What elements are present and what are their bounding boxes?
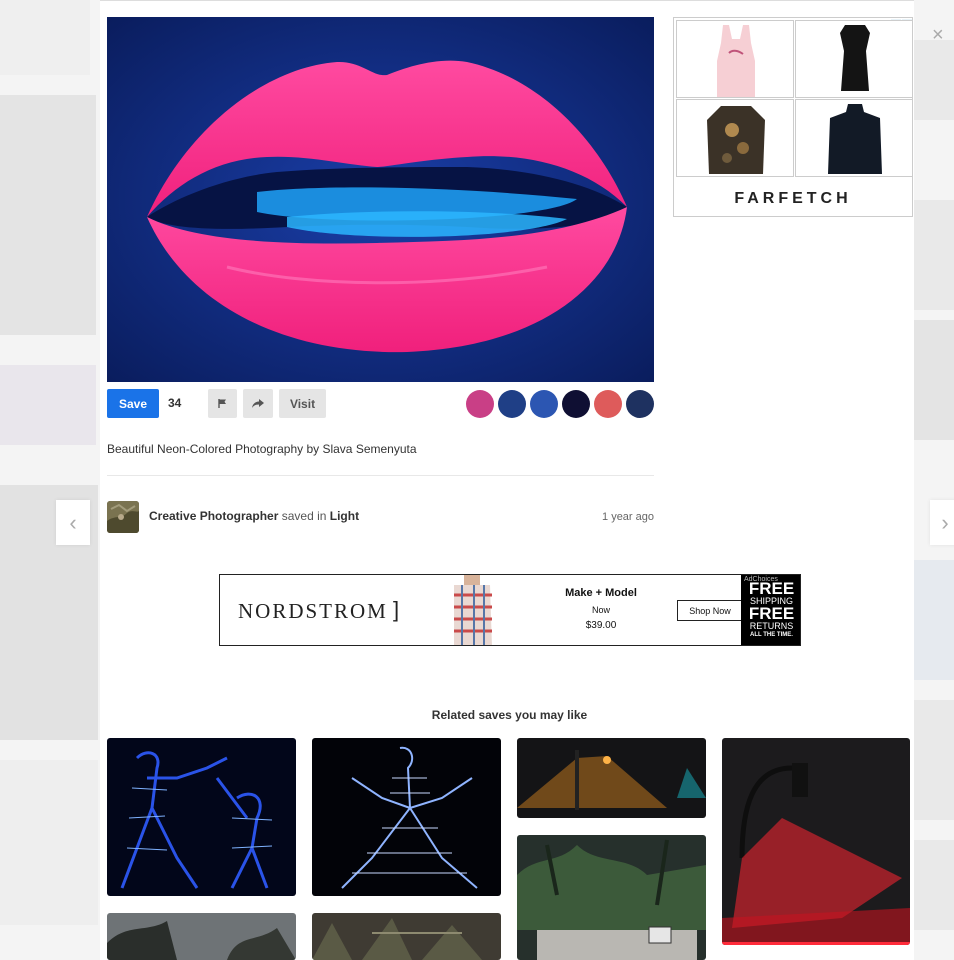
badge-free-2: FREE bbox=[748, 604, 795, 623]
related-pin-5[interactable] bbox=[722, 738, 910, 945]
ad-product-sweater[interactable] bbox=[795, 99, 913, 177]
avatar[interactable] bbox=[107, 501, 139, 533]
nordstrom-logo: NORDSTROM bbox=[238, 599, 388, 623]
save-button[interactable]: Save bbox=[107, 389, 159, 418]
black-sweater-image bbox=[828, 104, 882, 174]
saved-time: 1 year ago bbox=[602, 511, 654, 523]
banner-bracket: ] bbox=[393, 597, 400, 622]
color-swatch-1[interactable] bbox=[466, 390, 494, 418]
ad-product-tank-top[interactable] bbox=[676, 20, 794, 98]
related-pin-1[interactable] bbox=[107, 738, 296, 896]
related-pin-3[interactable] bbox=[517, 738, 706, 818]
related-pin-6[interactable] bbox=[107, 913, 296, 960]
light-painting-meditation-image bbox=[312, 738, 501, 896]
share-arrow-icon bbox=[252, 399, 264, 408]
ad-product-dress[interactable] bbox=[795, 20, 913, 98]
streetlight-fog-orange-image bbox=[517, 738, 706, 818]
adchoices-label[interactable]: AdChoices bbox=[744, 576, 778, 583]
chevron-right-icon: › bbox=[941, 509, 949, 535]
color-swatch-3[interactable] bbox=[530, 390, 558, 418]
badge-free-1: FREE bbox=[748, 579, 795, 598]
neon-lips-image bbox=[107, 17, 654, 382]
farfetch-logo: FARFETCH bbox=[734, 190, 852, 207]
printed-shirt-image bbox=[707, 106, 765, 174]
light-painting-figures-image bbox=[107, 738, 296, 896]
banner-status: Now bbox=[591, 605, 610, 615]
chevron-left-icon: ‹ bbox=[69, 509, 77, 535]
related-heading: Related saves you may like bbox=[431, 708, 588, 722]
flag-icon bbox=[218, 399, 226, 408]
background-page-right bbox=[914, 0, 954, 960]
pin-closeup-page: Save 34 Visit Beautiful Neon-Colored Pho… bbox=[0, 0, 954, 960]
banner-advertisement[interactable]: NORDSTROM ] Make + Model Now $39.00 Shop… bbox=[219, 574, 801, 646]
next-pin-button[interactable]: › bbox=[930, 500, 954, 545]
pin-description: Beautiful Neon-Colored Photography by Sl… bbox=[107, 442, 417, 456]
related-pin-2[interactable] bbox=[312, 738, 501, 896]
badge-returns: RETURNS bbox=[749, 621, 794, 631]
black-dress-image bbox=[840, 25, 870, 91]
related-pin-4[interactable] bbox=[517, 835, 706, 960]
tank-top-image bbox=[717, 25, 755, 97]
avatar-image bbox=[107, 501, 139, 533]
background-page-left bbox=[0, 0, 100, 960]
color-swatch-4[interactable] bbox=[562, 390, 590, 418]
streetlight-fog-red-image bbox=[722, 738, 910, 945]
pin-image[interactable] bbox=[107, 17, 654, 382]
related-pin-7[interactable] bbox=[312, 913, 501, 960]
color-swatch-5[interactable] bbox=[594, 390, 622, 418]
banner-price: $39.00 bbox=[585, 620, 617, 631]
free-shipping-badge: FREE SHIPPING FREE RETURNS ALL THE TIME. bbox=[741, 575, 800, 645]
divider bbox=[107, 475, 654, 476]
visit-button[interactable]: Visit bbox=[279, 389, 326, 418]
close-icon[interactable]: × bbox=[932, 24, 944, 47]
plaid-shirt-model-image bbox=[454, 575, 492, 645]
user-name-link[interactable]: Creative Photographer bbox=[149, 509, 278, 523]
previous-pin-button[interactable]: ‹ bbox=[56, 500, 90, 545]
save-count: 34 bbox=[168, 396, 182, 410]
side-advertisement[interactable]: ▸ × FARFETCH bbox=[673, 17, 913, 217]
badge-all-the-time: ALL THE TIME. bbox=[750, 632, 793, 638]
jungle-foliage-image bbox=[312, 913, 501, 960]
saved-in-text: saved in bbox=[281, 509, 327, 523]
ad-product-shirt[interactable] bbox=[676, 99, 794, 177]
stormy-trees-image bbox=[107, 913, 296, 960]
shop-now-button[interactable]: Shop Now bbox=[677, 600, 743, 621]
attribution-line: Creative Photographer saved in Light bbox=[149, 509, 359, 523]
color-swatch-2[interactable] bbox=[498, 390, 526, 418]
banner-product-name: Make + Model bbox=[565, 587, 637, 599]
board-name-link[interactable]: Light bbox=[330, 509, 359, 523]
share-button[interactable] bbox=[243, 389, 273, 418]
color-swatch-6[interactable] bbox=[626, 390, 654, 418]
palm-trees-basketball-hoop-image bbox=[517, 835, 706, 960]
flag-button[interactable] bbox=[208, 389, 237, 418]
